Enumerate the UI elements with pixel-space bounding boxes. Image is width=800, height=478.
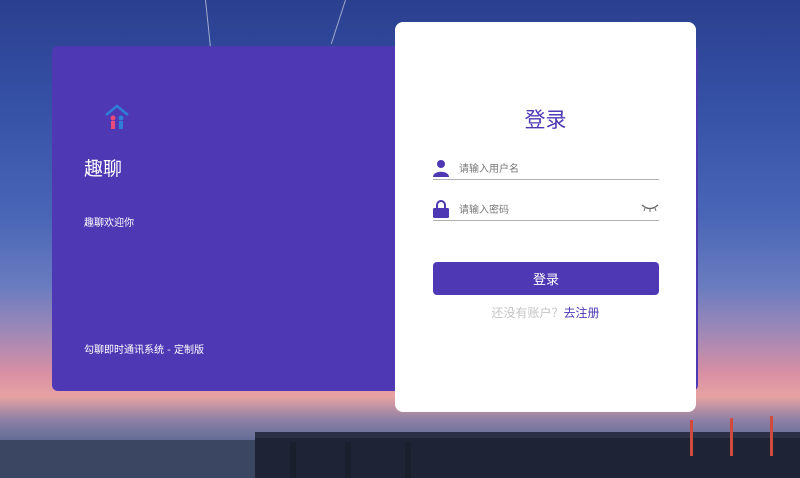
pier-post xyxy=(290,442,296,478)
brand-name: 趣聊 xyxy=(84,158,123,180)
pier-post xyxy=(345,442,351,478)
app-logo-icon xyxy=(105,104,129,129)
register-prompt: 还没有账户？去注册 xyxy=(395,304,696,321)
username-input[interactable] xyxy=(459,160,644,178)
eye-closed-icon[interactable] xyxy=(641,203,659,213)
light-streak xyxy=(330,0,346,45)
pier-railing xyxy=(690,420,693,456)
pier-post xyxy=(405,442,411,478)
user-icon xyxy=(433,160,449,177)
no-account-text: 还没有账户？ xyxy=(491,306,564,320)
login-title: 登录 xyxy=(524,108,567,132)
light-streak xyxy=(205,0,212,48)
register-link[interactable]: 去注册 xyxy=(564,306,600,320)
password-input[interactable] xyxy=(459,201,644,219)
pier-railing xyxy=(770,416,773,456)
pier-deck xyxy=(255,438,800,478)
pier-railing xyxy=(730,418,733,456)
username-field xyxy=(433,158,659,180)
password-field xyxy=(433,199,659,221)
login-card: 登录 登录 还没有账户？去注册 xyxy=(395,22,696,412)
footer-text: 勾聊即时通讯系统 - 定制版 xyxy=(84,345,204,356)
welcome-text: 趣聊欢迎你 xyxy=(84,218,134,229)
login-button[interactable]: 登录 xyxy=(433,262,659,295)
lock-icon xyxy=(433,200,449,218)
